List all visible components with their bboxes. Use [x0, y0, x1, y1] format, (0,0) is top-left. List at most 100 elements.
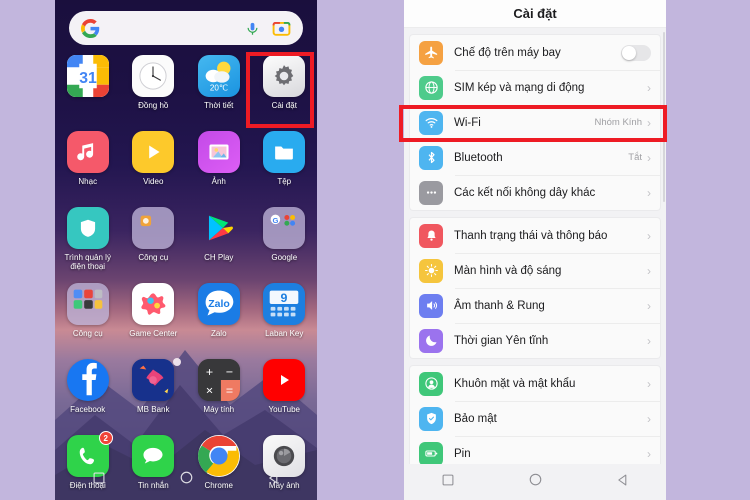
settings-row-quiet-time[interactable]: Thời gian Yên tĩnh › [410, 323, 660, 358]
chevron-right-icon: › [647, 298, 651, 313]
right-phone-settings-screen: Cài đặt Chế độ trên máy bay SIM kép và m… [404, 0, 666, 500]
svg-text:=: = [226, 383, 233, 397]
left-phone-home-screen: 31 Đồng hồ 20℃ Thời tiết Cài đặt Nhạc Vi… [55, 0, 317, 500]
back-triangle-icon[interactable] [616, 473, 630, 492]
app-photos[interactable]: Ảnh [186, 131, 252, 196]
chevron-right-icon: › [647, 80, 651, 95]
settings-row-brightness[interactable]: Màn hình và độ sáng › [410, 253, 660, 288]
app-label: CH Play [204, 253, 234, 262]
chevron-right-icon: › [647, 446, 651, 461]
clock-icon [132, 55, 175, 97]
google-folder-icon: G [263, 207, 306, 249]
scrollbar[interactable] [663, 32, 665, 202]
app-label: Zalo [210, 329, 227, 338]
app-label: Thời tiết [204, 101, 234, 110]
app-google-folder[interactable]: G Google [252, 207, 318, 272]
notification-badge: 2 [98, 431, 113, 445]
app-calculator[interactable]: + − × = Máy tính [186, 359, 252, 424]
chevron-right-icon: › [647, 263, 651, 278]
settings-row-security[interactable]: Bảo mật › [410, 401, 660, 436]
music-note-icon [66, 131, 109, 173]
app-label: Máy tính [203, 405, 235, 414]
app-label: Cài đặt [271, 101, 297, 110]
tools-folder-icon [132, 207, 175, 249]
settings-row-status-bar[interactable]: Thanh trạng thái và thông báo › [410, 218, 660, 253]
app-settings[interactable]: Cài đặt [252, 55, 318, 120]
svg-text:×: × [206, 383, 213, 397]
toggle-knob [622, 45, 636, 60]
airplane-icon [419, 40, 443, 65]
bluetooth-icon [419, 145, 443, 170]
face-id-icon [419, 371, 443, 396]
youtube-icon [263, 359, 306, 401]
utilities-folder-icon [66, 283, 109, 325]
app-mb-bank[interactable]: MB Bank [121, 359, 187, 424]
app-grid: 31 Đồng hồ 20℃ Thời tiết Cài đặt Nhạc Vi… [55, 55, 317, 500]
settings-row-label: Khuôn mặt và mật khẩu [454, 377, 576, 390]
calendar-icon: 31 [66, 55, 109, 97]
app-facebook[interactable]: Facebook [55, 359, 121, 424]
app-label: Công cụ [72, 329, 103, 338]
settings-row-value: Nhóm Kính [594, 117, 642, 128]
airplane-mode-toggle[interactable] [621, 44, 651, 61]
app-zalo[interactable]: Zalo Zalo [186, 283, 252, 348]
app-utilities-folder[interactable]: Công cụ [55, 283, 121, 348]
settings-row-label: Bluetooth [454, 151, 503, 164]
settings-row-value: Tắt [628, 152, 642, 163]
app-label: MB Bank [137, 405, 170, 414]
battery-icon [419, 441, 443, 466]
google-search-bar[interactable] [69, 11, 303, 45]
app-calendar[interactable]: 31 [55, 55, 121, 120]
globe-icon [419, 75, 443, 100]
moon-icon [419, 328, 443, 353]
google-lens-icon[interactable] [272, 19, 291, 38]
app-label: Google [271, 253, 298, 262]
play-store-icon [198, 207, 240, 249]
mb-bank-icon [132, 359, 175, 401]
app-laban-key[interactable]: 9 Laban Key [252, 283, 318, 348]
app-video[interactable]: Video [121, 131, 187, 196]
recents-square-icon[interactable] [92, 471, 106, 490]
app-phone-manager[interactable]: Trình quản lý điện thoại [55, 207, 121, 272]
left-navigation-bar [55, 460, 317, 500]
app-clock[interactable]: Đồng hồ [121, 55, 187, 120]
settings-row-sound-vibration[interactable]: Âm thanh & Rung › [410, 288, 660, 323]
settings-group-display: Thanh trạng thái và thông báo › Màn hình… [410, 218, 660, 358]
home-circle-icon[interactable] [528, 472, 543, 492]
app-label: Facebook [70, 405, 106, 414]
settings-row-label: Bảo mật [454, 412, 497, 425]
app-label: Game Center [129, 329, 178, 338]
app-files[interactable]: Tệp [252, 131, 318, 196]
play-triangle-icon [132, 131, 175, 173]
settings-row-wifi[interactable]: Wi-Fi Nhóm Kính › [410, 105, 660, 140]
settings-row-label: Các kết nối không dây khác [454, 186, 596, 199]
chevron-right-icon: › [647, 115, 651, 130]
settings-row-label: Màn hình và độ sáng [454, 264, 562, 277]
settings-row-label: Thời gian Yên tĩnh [454, 334, 549, 347]
settings-row-other-wireless[interactable]: Các kết nối không dây khác › [410, 175, 660, 210]
google-g-icon [81, 18, 100, 38]
app-game-center[interactable]: Game Center [121, 283, 187, 348]
chevron-right-icon: › [647, 228, 651, 243]
app-weather[interactable]: 20℃ Thời tiết [186, 55, 252, 120]
home-circle-icon[interactable] [179, 470, 194, 490]
settings-row-airplane-mode[interactable]: Chế độ trên máy bay [410, 35, 660, 70]
app-label: Đồng hồ [138, 101, 169, 110]
app-play-store[interactable]: CH Play [186, 207, 252, 272]
chevron-right-icon: › [647, 411, 651, 426]
app-youtube[interactable]: YouTube [252, 359, 318, 424]
settings-row-face-password[interactable]: Khuôn mặt và mật khẩu › [410, 366, 660, 401]
microphone-icon[interactable] [245, 19, 260, 38]
app-music[interactable]: Nhạc [55, 131, 121, 196]
notification-bell-icon [419, 223, 443, 248]
laban-key-icon: 9 [263, 283, 306, 325]
photo-icon [197, 131, 240, 173]
settings-title: Cài đặt [404, 0, 666, 28]
gear-icon [263, 55, 306, 97]
settings-row-sim-network[interactable]: SIM kép và mạng di động › [410, 70, 660, 105]
chevron-right-icon: › [647, 333, 651, 348]
settings-row-bluetooth[interactable]: Bluetooth Tắt › [410, 140, 660, 175]
recents-square-icon[interactable] [441, 473, 455, 492]
back-triangle-icon[interactable] [267, 471, 281, 490]
app-tools-folder[interactable]: Công cụ [121, 207, 187, 272]
